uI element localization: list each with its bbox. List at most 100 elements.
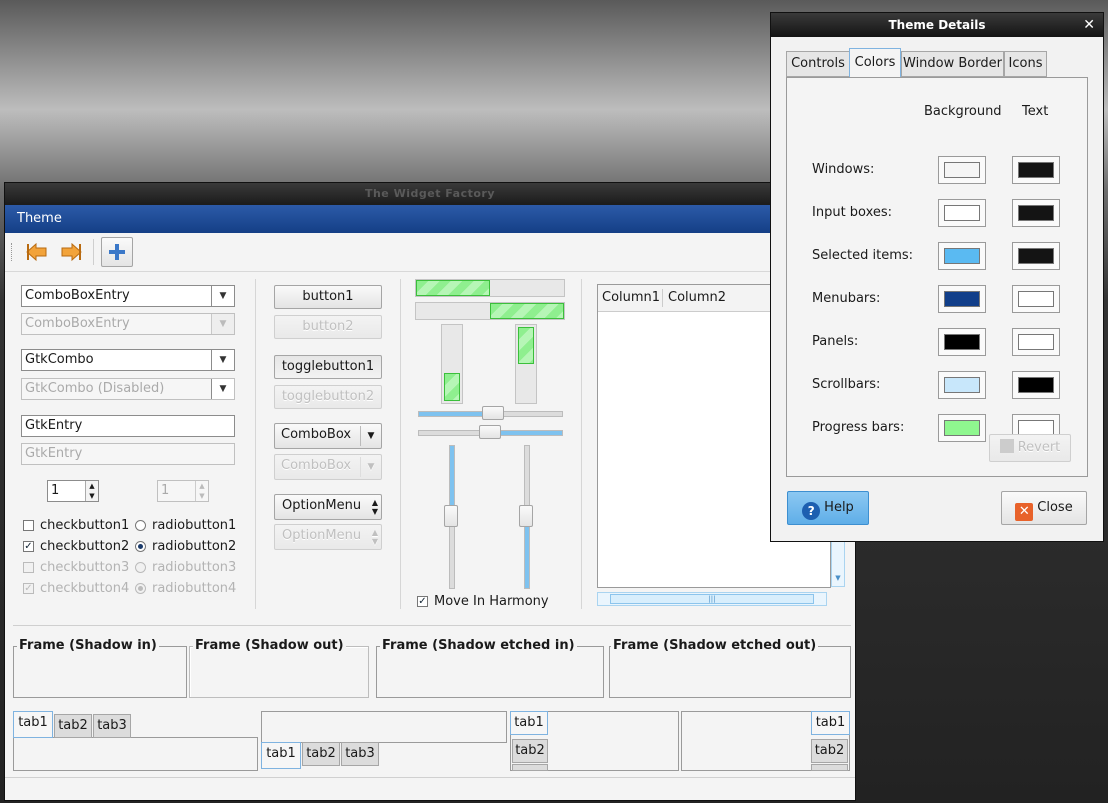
close-icon[interactable]: ✕ xyxy=(1083,13,1095,37)
color-row-label: Menubars: xyxy=(812,291,881,306)
togglebutton1[interactable]: togglebutton1 xyxy=(274,355,382,379)
text-color-button[interactable] xyxy=(1012,285,1060,313)
radiobutton2-circle[interactable] xyxy=(135,541,146,552)
combobox-entry-text: ComboBoxEntry xyxy=(25,288,130,303)
background-color-button[interactable] xyxy=(938,156,986,184)
notebook-top-tab3[interactable]: tab3 xyxy=(93,714,131,738)
text-color-button[interactable] xyxy=(1012,242,1060,270)
text-column-header: Text xyxy=(1022,104,1049,119)
column-separator xyxy=(400,279,401,609)
color-swatch xyxy=(1018,162,1054,178)
tab-icons[interactable]: Icons xyxy=(1004,51,1047,77)
text-color-button[interactable] xyxy=(1012,371,1060,399)
toolbar-separator xyxy=(93,239,94,265)
option-menu[interactable]: OptionMenu ▲ ▼ xyxy=(274,494,382,520)
frame-shadow-etched-in xyxy=(376,646,604,698)
close-label: Close xyxy=(1037,500,1073,515)
add-button[interactable] xyxy=(101,237,133,267)
text-color-button[interactable] xyxy=(1012,156,1060,184)
spin-value: 1 xyxy=(51,483,60,498)
gtk-combo-text: GtkCombo xyxy=(25,352,94,367)
option-menu-disabled-text: OptionMenu xyxy=(282,528,362,543)
background-color-button[interactable] xyxy=(938,414,986,442)
notebook-top-tab1[interactable]: tab1 xyxy=(13,711,53,738)
background-color-button[interactable] xyxy=(938,242,986,270)
toolbar xyxy=(5,233,855,272)
text-color-button[interactable] xyxy=(1012,328,1060,356)
color-row-label: Progress bars: xyxy=(812,420,905,435)
spin-arrows-icon[interactable]: ▲ ▼ xyxy=(85,481,98,501)
background-color-button[interactable] xyxy=(938,328,986,356)
gtk-combo[interactable]: GtkCombo ▼ xyxy=(21,349,235,371)
tree-vscrollbar[interactable]: ▼ xyxy=(831,541,845,587)
help-label: Help xyxy=(824,500,854,515)
move-in-harmony-checkbox[interactable]: ✓ xyxy=(417,596,428,607)
hscale-2-slider[interactable] xyxy=(479,425,501,439)
color-swatch xyxy=(944,420,980,436)
tab-window-border[interactable]: Window Border xyxy=(901,51,1004,77)
notebook-right-tab2[interactable]: tab2 xyxy=(811,739,848,763)
chevron-down-icon[interactable]: ▼ xyxy=(211,286,234,306)
gtk-entry[interactable]: GtkEntry xyxy=(21,415,235,437)
vscale-2-slider[interactable] xyxy=(519,505,533,527)
option-menu-disabled: OptionMenu ▲ ▼ xyxy=(274,524,382,550)
notebook-left-tab1[interactable]: tab1 xyxy=(510,711,548,735)
forward-button[interactable] xyxy=(57,238,85,266)
radiobutton1-label[interactable]: radiobutton1 xyxy=(152,518,236,533)
tree-hscrollbar[interactable]: ||| xyxy=(597,592,827,606)
background-color-button[interactable] xyxy=(938,371,986,399)
combobox[interactable]: ComboBox ▼ xyxy=(274,423,382,449)
chevron-down-icon: ▼ xyxy=(360,426,381,446)
hscale-1-slider[interactable] xyxy=(482,406,504,420)
color-swatch xyxy=(1018,291,1054,307)
combobox-entry[interactable]: ComboBoxEntry ▼ xyxy=(21,285,235,307)
dialog-title: Theme Details xyxy=(771,13,1103,37)
toolbar-grip[interactable] xyxy=(11,243,15,261)
tab-controls[interactable]: Controls xyxy=(786,51,850,77)
notebook-bottom-tab2[interactable]: tab2 xyxy=(302,742,340,766)
frame-shadow-etched-out xyxy=(609,646,851,698)
background-color-button[interactable] xyxy=(938,285,986,313)
button2: button2 xyxy=(274,315,382,339)
checkbutton1-box[interactable] xyxy=(23,520,34,531)
radiobutton2-label[interactable]: radiobutton2 xyxy=(152,539,236,554)
progress-fill xyxy=(490,303,564,319)
chevron-down-icon[interactable]: ▼ xyxy=(832,574,844,586)
button1[interactable]: button1 xyxy=(274,285,382,309)
vscale-1-slider[interactable] xyxy=(444,505,458,527)
text-color-button[interactable] xyxy=(1012,199,1060,227)
spin-button[interactable]: 1 ▲ ▼ xyxy=(47,480,99,502)
column2-header[interactable]: Column2 xyxy=(668,290,726,305)
color-swatch xyxy=(1018,377,1054,393)
notebook-right-tab1[interactable]: tab1 xyxy=(811,711,850,735)
progress-fill xyxy=(518,327,534,365)
checkbutton2-box[interactable]: ✓ xyxy=(23,541,34,552)
tab-colors[interactable]: Colors xyxy=(849,48,901,78)
column-separator xyxy=(255,279,256,609)
checkbutton2-label[interactable]: checkbutton2 xyxy=(40,539,129,554)
notebook-top-pane xyxy=(13,737,258,771)
notebook-bottom-tab1[interactable]: tab1 xyxy=(261,742,301,769)
combobox-text: ComboBox xyxy=(281,427,352,442)
gtk-entry-disabled: GtkEntry xyxy=(21,443,235,465)
horizontal-separator xyxy=(13,625,851,626)
color-row-label: Input boxes: xyxy=(812,205,893,220)
color-swatch xyxy=(944,248,980,264)
notebook-left-tab2[interactable]: tab2 xyxy=(512,739,548,763)
notebook-left-tab3[interactable] xyxy=(512,764,548,771)
chevron-down-icon[interactable]: ▼ xyxy=(211,350,234,370)
column1-header[interactable]: Column1 xyxy=(602,290,660,305)
radiobutton1-circle[interactable] xyxy=(135,520,146,531)
help-button[interactable]: ? Help xyxy=(787,491,869,525)
hscroll-thumb[interactable]: ||| xyxy=(610,594,814,604)
notebook-bottom-tab3[interactable]: tab3 xyxy=(341,742,379,766)
gtk-combo-disabled: GtkCombo (Disabled) ▼ xyxy=(21,378,235,400)
move-in-harmony-label[interactable]: Move In Harmony xyxy=(434,594,549,609)
menu-theme[interactable]: Theme xyxy=(17,211,62,226)
notebook-top-tab2[interactable]: tab2 xyxy=(54,714,92,738)
back-button[interactable] xyxy=(23,238,51,266)
close-button[interactable]: ✕ Close xyxy=(1001,491,1087,525)
notebook-right-tab3[interactable] xyxy=(811,764,848,771)
checkbutton1-label[interactable]: checkbutton1 xyxy=(40,518,129,533)
background-color-button[interactable] xyxy=(938,199,986,227)
